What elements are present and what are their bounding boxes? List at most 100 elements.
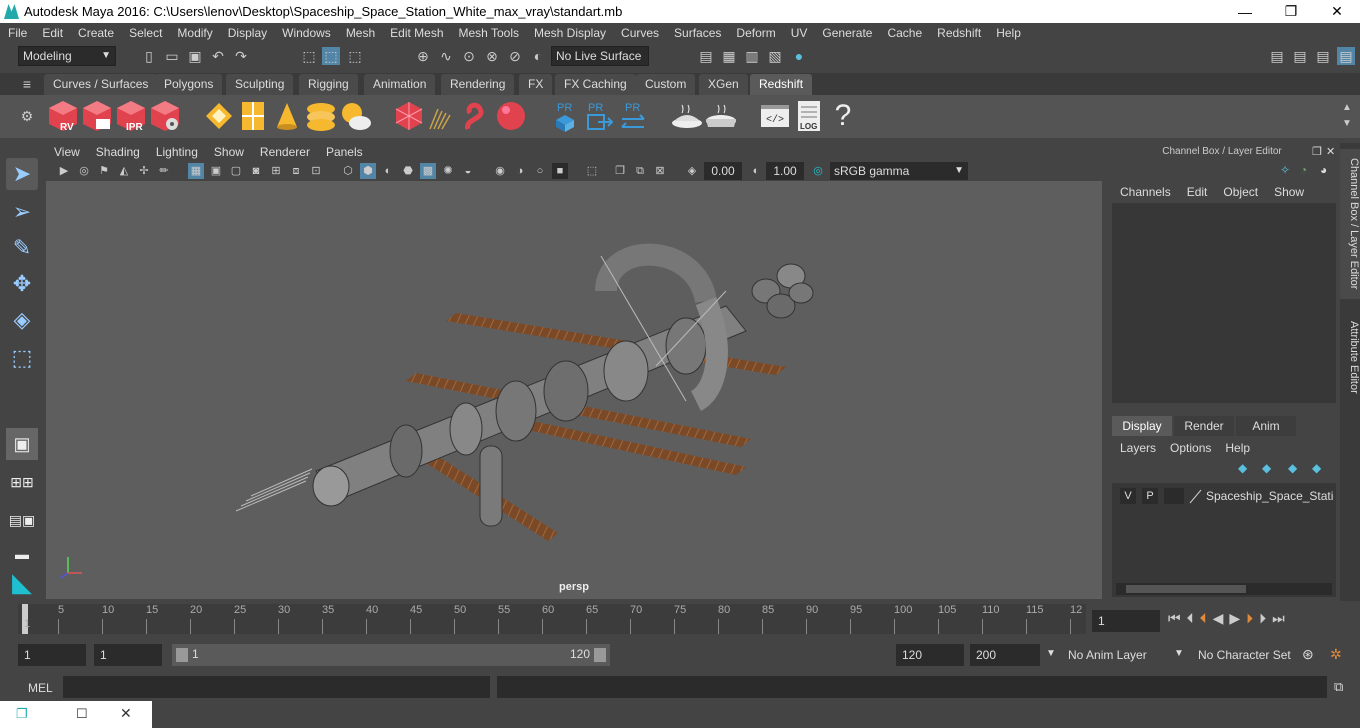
panel-menu-shading[interactable]: Shading xyxy=(96,145,140,159)
side-by-side-layout-icon[interactable]: ▤▣ xyxy=(6,504,38,536)
menu-modify[interactable]: Modify xyxy=(177,26,212,40)
tab-animation[interactable]: Animation xyxy=(364,74,436,95)
bookmark-icon[interactable]: ⚑ xyxy=(96,163,112,179)
shelf-scroll-down-icon[interactable]: ▼ xyxy=(1338,115,1356,133)
maximize-button[interactable]: ❐ xyxy=(1268,0,1314,23)
safe-title-icon[interactable]: ⊡ xyxy=(308,163,324,179)
select-object-icon[interactable]: ⬚ xyxy=(322,47,340,65)
redshift-pr-export-icon[interactable]: PR xyxy=(582,99,616,133)
time-slider[interactable]: 1 5 10 15 20 25 30 35 40 45 50 55 60 65 70 75 80 85 90 95 1… xyxy=(18,604,1086,634)
step-back-icon[interactable]: ⏴ xyxy=(1187,610,1194,632)
redshift-proxy-icon[interactable] xyxy=(392,99,426,133)
menu-select[interactable]: Select xyxy=(129,26,162,40)
shelf-menu-icon[interactable]: ≡ xyxy=(18,75,36,93)
layer-playback-toggle[interactable]: P xyxy=(1142,488,1158,504)
close-panel-icon[interactable]: ✕ xyxy=(1326,145,1335,158)
move-layer-down-icon[interactable]: ◆ xyxy=(1262,461,1271,475)
layer-menu-options[interactable]: Options xyxy=(1170,441,1211,455)
safe-action-icon[interactable]: ⧈ xyxy=(288,163,304,179)
channel-menu-channels[interactable]: Channels xyxy=(1120,185,1171,199)
render-view-icon[interactable]: ▤ xyxy=(697,47,715,65)
chevron-down-icon[interactable]: ▼ xyxy=(1174,648,1184,659)
ipr-render-icon[interactable]: ▥ xyxy=(743,47,761,65)
menu-help[interactable]: Help xyxy=(996,26,1021,40)
redshift-hair-icon[interactable] xyxy=(426,99,460,133)
redshift-render-icon[interactable] xyxy=(80,99,114,133)
grease-pencil-icon[interactable]: ✏ xyxy=(156,163,172,179)
maya-home-icon[interactable]: ◣ xyxy=(6,566,38,598)
channel-menu-object[interactable]: Object xyxy=(1223,185,1258,199)
exposure-field[interactable]: 0.00 xyxy=(704,162,742,180)
menu-edit-mesh[interactable]: Edit Mesh xyxy=(390,26,443,40)
redshift-bake-icon[interactable] xyxy=(670,99,704,133)
select-tool-icon[interactable]: ➤ xyxy=(6,158,38,190)
animation-end-field[interactable]: 200 xyxy=(970,644,1040,666)
float-panel-icon[interactable]: ❐ xyxy=(1312,145,1322,158)
menu-mesh-tools[interactable]: Mesh Tools xyxy=(459,26,519,40)
channel-menu-show[interactable]: Show xyxy=(1274,185,1304,199)
layer-color-swatch[interactable] xyxy=(1188,488,1202,504)
tab-sculpting[interactable]: Sculpting xyxy=(226,74,294,95)
minimized-window[interactable]: ❐ ☐ ✕ xyxy=(0,701,152,728)
camera-icon[interactable]: ▶ xyxy=(56,163,72,179)
tool-settings-toggle-icon[interactable]: ▤ xyxy=(1314,47,1332,65)
snap-grid-icon[interactable]: ⊕ xyxy=(414,47,432,65)
render-settings-icon[interactable]: ▧ xyxy=(766,47,784,65)
layer-name[interactable]: Spaceship_Space_Station xyxy=(1206,487,1334,505)
render-frame-icon[interactable]: ▦ xyxy=(720,47,738,65)
wireframe-on-shaded-icon[interactable]: ⬣ xyxy=(400,163,416,179)
range-start-handle[interactable] xyxy=(176,648,188,662)
use-lights-icon[interactable]: ✺ xyxy=(440,163,456,179)
close-window-icon[interactable]: ✕ xyxy=(120,705,132,722)
gamma-icon[interactable]: ◐ xyxy=(748,163,764,179)
menu-deform[interactable]: Deform xyxy=(736,26,775,40)
chevron-down-icon[interactable]: ▼ xyxy=(1046,648,1056,659)
panel-menu-view[interactable]: View xyxy=(54,145,80,159)
resolution-gate-icon[interactable]: ▢ xyxy=(228,163,244,179)
layer-visibility-toggle[interactable]: V xyxy=(1120,488,1136,504)
step-forward-icon[interactable]: ⏵ xyxy=(1259,610,1266,632)
layer-menu-help[interactable]: Help xyxy=(1225,441,1250,455)
four-view-layout-icon[interactable]: ⊞⊞ xyxy=(6,466,38,498)
tab-fx[interactable]: FX xyxy=(519,74,553,95)
menu-create[interactable]: Create xyxy=(78,26,114,40)
exposure-icon[interactable]: ◈ xyxy=(684,163,700,179)
shadows-icon[interactable]: ◒ xyxy=(460,163,476,179)
redshift-visibility-icon[interactable] xyxy=(270,99,304,133)
xray-components-icon[interactable]: ⊠ xyxy=(652,163,668,179)
script-editor-icon[interactable]: ⧉ xyxy=(1334,679,1343,695)
redshift-object-id-icon[interactable] xyxy=(236,99,270,133)
maximize-window-icon[interactable]: ☐ xyxy=(76,706,88,722)
field-chart-icon[interactable]: ⊞ xyxy=(268,163,284,179)
new-scene-icon[interactable]: ▯ xyxy=(140,47,158,65)
single-view-layout-icon[interactable]: ▣ xyxy=(6,428,38,460)
tab-rendering[interactable]: Rendering xyxy=(441,74,515,95)
panel-menu-panels[interactable]: Panels xyxy=(326,145,363,159)
move-tool-icon[interactable]: ✥ xyxy=(6,268,38,300)
close-button[interactable]: ✕ xyxy=(1314,0,1360,23)
hypershade-icon[interactable]: ● xyxy=(790,47,808,65)
rotate-tool-icon[interactable]: ◈ xyxy=(6,304,38,336)
tab-fx-caching[interactable]: FX Caching xyxy=(555,74,636,95)
anim-preferences-icon[interactable]: ✲ xyxy=(1330,646,1342,663)
speed-icon[interactable]: ◔ xyxy=(1300,163,1307,177)
manipulator-icon[interactable]: ✧ xyxy=(1280,163,1290,177)
tab-anim[interactable]: Anim xyxy=(1236,416,1296,436)
channel-list[interactable] xyxy=(1112,203,1336,403)
menu-display[interactable]: Display xyxy=(228,26,267,40)
range-slider[interactable]: 1 120 xyxy=(172,644,610,666)
motion-blur-icon[interactable]: ◑ xyxy=(512,163,528,179)
redshift-ipr-icon[interactable]: IPR xyxy=(114,99,148,133)
restore-window-icon[interactable]: ❐ xyxy=(16,706,28,722)
snap-point-icon[interactable]: ⊙ xyxy=(460,47,478,65)
redo-icon[interactable]: ↷ xyxy=(232,47,250,65)
redshift-sun-icon[interactable] xyxy=(338,99,372,133)
hyperbolic-icon[interactable]: ◕ xyxy=(1320,163,1327,177)
image-plane-icon[interactable]: ◭ xyxy=(116,163,132,179)
menu-surfaces[interactable]: Surfaces xyxy=(674,26,721,40)
menu-cache[interactable]: Cache xyxy=(887,26,922,40)
go-to-start-icon[interactable]: ⏮ xyxy=(1168,610,1181,632)
make-live-icon[interactable]: ◐ xyxy=(529,47,547,65)
tab-polygons[interactable]: Polygons xyxy=(155,74,223,95)
character-set-selector[interactable]: No Character Set xyxy=(1192,644,1296,666)
